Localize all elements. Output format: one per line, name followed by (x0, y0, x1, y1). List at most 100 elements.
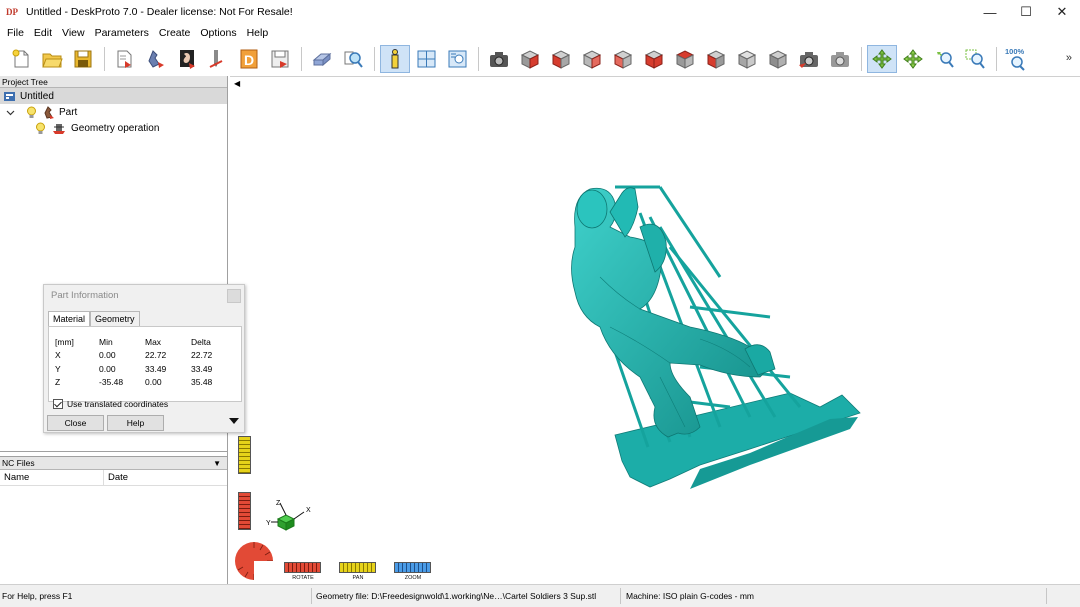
table-cell: 0.00 (99, 350, 116, 361)
menu-options[interactable]: Options (195, 27, 241, 39)
table-cell: 22.72 (145, 350, 167, 361)
minimize-button[interactable]: — (972, 0, 1008, 24)
tree-item-label: Part (59, 106, 78, 118)
table-row: X 0.00 22.72 22.72 (55, 349, 237, 363)
bitmap-import-icon[interactable] (172, 45, 202, 73)
rotate-vertical-slider[interactable] (238, 492, 251, 530)
axis-indicator: Z X Y (266, 500, 311, 531)
3d-model[interactable] (230, 77, 1080, 585)
table-header: [mm] (55, 336, 74, 347)
pan-vertical-slider[interactable] (238, 436, 251, 474)
status-machine: Machine: ISO plain G-codes - mm (626, 591, 755, 601)
table-cell: Y (55, 363, 61, 374)
zoom-label: ZOOM (404, 575, 422, 581)
save-icon[interactable] (68, 45, 98, 73)
tab-material[interactable]: Material (48, 311, 91, 326)
rotate-dial[interactable] (233, 540, 275, 582)
pan-mode-icon[interactable] (898, 45, 928, 73)
status-help-text: For Help, press F1 (2, 591, 73, 601)
axis-x-label: X (306, 507, 311, 514)
dialog-tabs: Material Geometry (48, 311, 140, 326)
view-back-icon[interactable] (577, 45, 607, 73)
new-project-icon[interactable] (6, 45, 36, 73)
nc-files-title: NC Files (2, 458, 35, 468)
pan-label: PAN (352, 575, 364, 581)
toolbar-overflow-icon[interactable]: » (1066, 52, 1072, 64)
view-left-icon[interactable] (608, 45, 638, 73)
toolbar-separator (478, 47, 479, 71)
column-header-name[interactable]: Name (0, 470, 104, 485)
menu-create[interactable]: Create (154, 27, 196, 39)
app-logo-icon: DP (6, 5, 20, 19)
view-iso-icon[interactable] (515, 45, 545, 73)
table-cell: 33.49 (191, 363, 213, 374)
3d-viewport[interactable]: ◀ Part Information Material Geometry [mm… (43, 76, 1080, 585)
camera-icon[interactable] (484, 45, 514, 73)
rotate-label: ROTATE (292, 575, 314, 581)
close-button[interactable]: ✕ (1044, 0, 1080, 24)
toolbar-separator (301, 47, 302, 71)
tab-geometry[interactable]: Geometry (90, 311, 140, 326)
inspect-icon[interactable] (338, 45, 368, 73)
tree-item-geometry-operation[interactable]: Geometry operation (0, 120, 227, 136)
dialog-title[interactable]: Part Information (44, 285, 244, 306)
lightbulb-icon[interactable] (34, 122, 47, 135)
menu-parameters[interactable]: Parameters (90, 27, 154, 39)
menu-edit[interactable]: Edit (29, 27, 57, 39)
view-solid-icon[interactable] (763, 45, 793, 73)
screenshot-settings-icon[interactable] (825, 45, 855, 73)
help-button[interactable]: Help (107, 415, 164, 431)
view-right-icon[interactable] (639, 45, 669, 73)
view-front-icon[interactable] (546, 45, 576, 73)
table-cell: 0.00 (145, 377, 162, 388)
toolpath-icon[interactable] (203, 45, 233, 73)
open-folder-icon[interactable] (37, 45, 67, 73)
save-nc-icon[interactable] (265, 45, 295, 73)
toolbar-separator (861, 47, 862, 71)
lightbulb-icon[interactable] (25, 106, 38, 119)
dialog-title-text: Part Information (51, 290, 119, 301)
nc-files-header: NC Files ▼ (0, 457, 227, 470)
tree-item-part[interactable]: Part (0, 104, 227, 120)
window-zoom-icon[interactable] (442, 45, 472, 73)
window-layout-icon[interactable] (411, 45, 441, 73)
view-bottom-icon[interactable] (701, 45, 731, 73)
translated-coordinates-row[interactable]: Use translated coordinates (53, 399, 168, 409)
table-cell: 22.72 (191, 350, 213, 361)
table-header: Delta (191, 336, 211, 347)
table-header: Min (99, 336, 113, 347)
zoom-window-icon[interactable] (960, 45, 990, 73)
expand-arrow-icon[interactable] (229, 418, 239, 424)
load-geometry-icon[interactable] (110, 45, 140, 73)
part-import-icon[interactable] (141, 45, 171, 73)
svg-text:DP: DP (6, 7, 18, 17)
tree-item-untitled[interactable]: Untitled (0, 88, 227, 104)
rotate-horizontal-slider[interactable] (284, 562, 321, 573)
menu-help[interactable]: Help (242, 27, 274, 39)
translated-coordinates-checkbox[interactable] (53, 399, 63, 409)
tab-content: [mm] Min Max Delta X 0.00 22.72 22.72 Y … (48, 326, 242, 402)
rotate-mode-icon[interactable] (867, 45, 897, 73)
dropdown-icon[interactable]: ▼ (213, 457, 221, 470)
close-dialog-button[interactable]: Close (47, 415, 104, 431)
view-shaded-icon[interactable] (732, 45, 762, 73)
view-top-icon[interactable] (670, 45, 700, 73)
pan-horizontal-slider[interactable] (339, 562, 376, 573)
part-info-icon[interactable] (380, 45, 410, 73)
create-d-icon[interactable]: D (234, 45, 264, 73)
maximize-button[interactable]: ☐ (1008, 0, 1044, 24)
column-header-date[interactable]: Date (104, 470, 128, 485)
project-tree-header: Project Tree (0, 76, 227, 88)
table-cell: 0.00 (99, 363, 116, 374)
erase-icon[interactable] (307, 45, 337, 73)
dialog-close-icon[interactable] (227, 289, 241, 303)
screenshot-icon[interactable] (794, 45, 824, 73)
zoom-horizontal-slider[interactable] (394, 562, 431, 573)
menu-view[interactable]: View (57, 27, 90, 39)
svg-text:100%: 100% (1005, 47, 1025, 56)
menu-file[interactable]: File (2, 27, 29, 39)
part-information-dialog: Part Information Material Geometry [mm] … (43, 284, 245, 433)
chevron-down-icon[interactable] (4, 106, 17, 119)
zoom-100-icon[interactable]: 100% (1002, 45, 1032, 73)
zoom-mode-icon[interactable] (929, 45, 959, 73)
